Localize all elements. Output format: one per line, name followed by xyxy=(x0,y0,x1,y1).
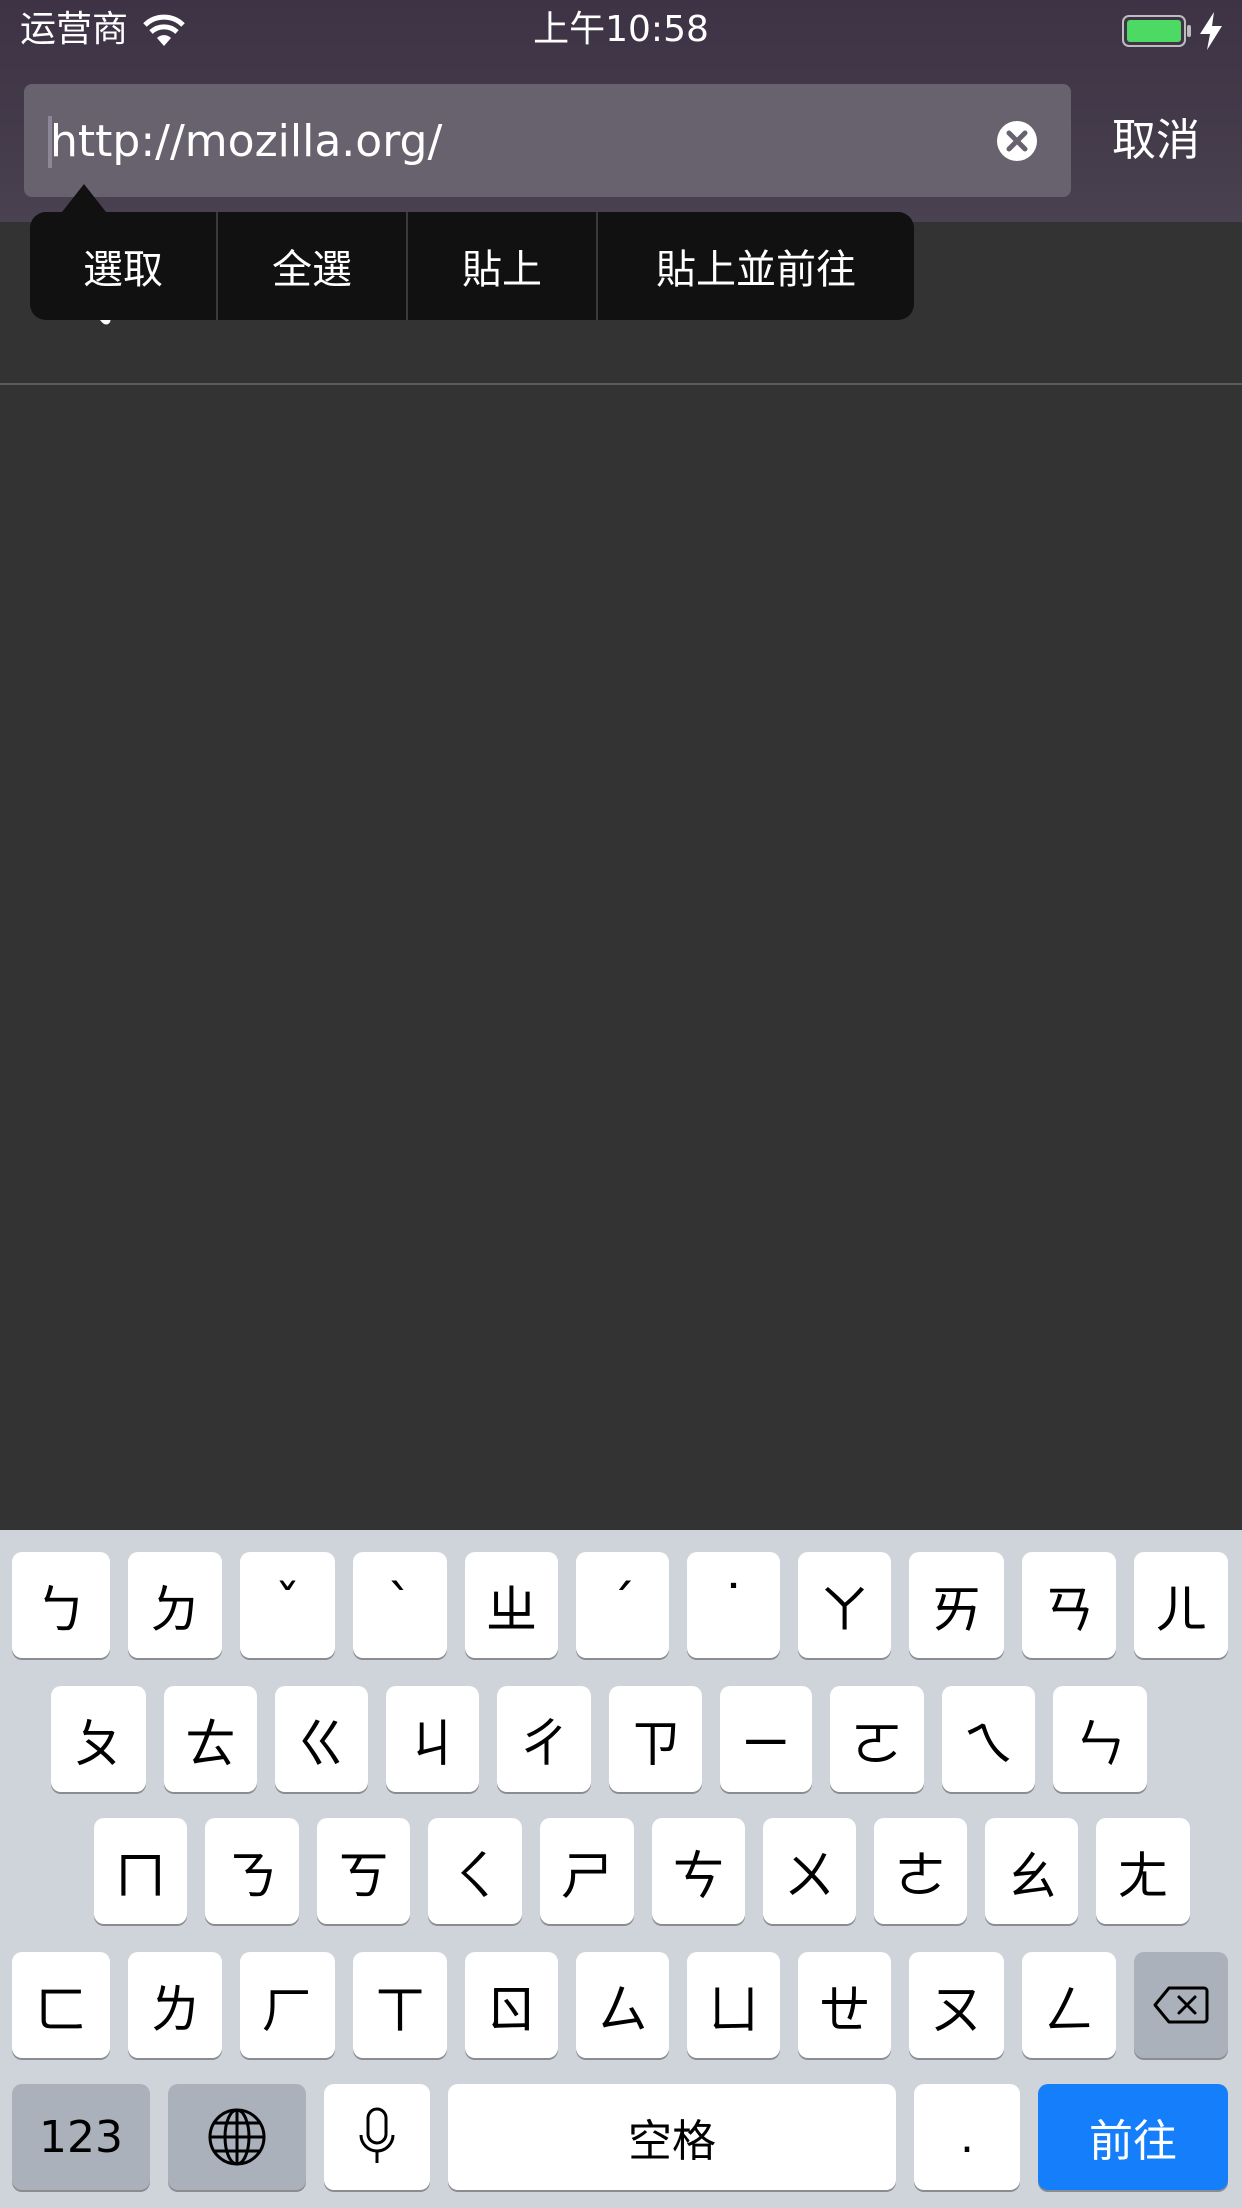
key[interactable]: ㄖ xyxy=(465,1952,558,2058)
key[interactable]: ㄣ xyxy=(1053,1686,1147,1792)
zhuyin-keyboard: ㄅ ㄉ ˇ ˋ ㄓ ˊ ˙ ㄚ ㄞ ㄢ ㄦ ㄆ ㄊ ㄍ ㄐ ㄔ ㄗ ㄧ ㄛ ㄟ … xyxy=(0,1530,1242,2208)
menu-item-paste-and-go[interactable]: 貼上並前往 xyxy=(598,212,914,320)
key[interactable]: ˇ xyxy=(240,1552,335,1658)
key[interactable]: ˋ xyxy=(353,1552,447,1658)
key[interactable]: ㄦ xyxy=(1134,1552,1228,1658)
key[interactable]: ㄧ xyxy=(720,1686,812,1792)
key[interactable]: ㄏ xyxy=(240,1952,335,2058)
delete-key[interactable] xyxy=(1134,1952,1228,2058)
battery-icon xyxy=(1122,15,1191,47)
edit-menu-arrow xyxy=(62,184,106,212)
key[interactable]: ˙ xyxy=(687,1552,780,1658)
go-key[interactable]: 前往 xyxy=(1038,2084,1228,2190)
backspace-icon xyxy=(1153,1986,1209,2024)
key[interactable]: ㄈ xyxy=(12,1952,110,2058)
key[interactable]: ㄋ xyxy=(205,1818,299,1924)
key[interactable]: ㄑ xyxy=(428,1818,522,1924)
key[interactable]: ㄊ xyxy=(164,1686,257,1792)
top-bar: 运营商 上午10:58 http://mozilla.org/ 取消 xyxy=(0,0,1242,222)
key[interactable]: ㄗ xyxy=(609,1686,702,1792)
key[interactable]: ㄘ xyxy=(652,1818,745,1924)
key[interactable]: ㄜ xyxy=(874,1818,967,1924)
menu-item-select[interactable]: 選取 xyxy=(30,212,218,320)
period-key[interactable]: . xyxy=(914,2084,1020,2190)
globe-key[interactable] xyxy=(168,2084,306,2190)
menu-item-paste[interactable]: 貼上 xyxy=(408,212,598,320)
url-field[interactable]: http://mozilla.org/ xyxy=(24,84,1071,197)
globe-icon xyxy=(208,2108,266,2166)
key[interactable]: ㄅ xyxy=(12,1552,110,1658)
edit-menu: 選取 全選 貼上 貼上並前往 xyxy=(30,212,914,320)
numbers-key[interactable]: 123 xyxy=(12,2084,150,2190)
menu-item-select-all[interactable]: 全選 xyxy=(218,212,408,320)
status-bar: 运营商 上午10:58 xyxy=(0,0,1242,60)
clear-text-icon[interactable] xyxy=(996,120,1038,162)
key[interactable]: ㄉ xyxy=(128,1552,222,1658)
key[interactable]: ㄍ xyxy=(275,1686,368,1792)
key[interactable]: ㄝ xyxy=(798,1952,891,2058)
space-key[interactable]: 空格 xyxy=(448,2084,896,2190)
key[interactable]: ㄐ xyxy=(386,1686,479,1792)
key[interactable]: ㄨ xyxy=(763,1818,856,1924)
status-time: 上午10:58 xyxy=(533,9,709,50)
dictation-key[interactable] xyxy=(324,2084,430,2190)
key[interactable]: ㄞ xyxy=(909,1552,1004,1658)
key[interactable]: ㄥ xyxy=(1022,1952,1116,2058)
key[interactable]: ㄤ xyxy=(1096,1818,1190,1924)
key[interactable]: ㄌ xyxy=(128,1952,222,2058)
key[interactable]: ㄩ xyxy=(687,1952,780,2058)
key[interactable]: ㄚ xyxy=(798,1552,891,1658)
key[interactable]: ㄛ xyxy=(830,1686,924,1792)
charging-bolt-icon xyxy=(1200,12,1222,50)
key[interactable]: ㄆ xyxy=(51,1686,146,1792)
key[interactable]: ˊ xyxy=(576,1552,669,1658)
divider xyxy=(0,383,1242,385)
key[interactable]: ㄟ xyxy=(942,1686,1035,1792)
key[interactable]: ㄙ xyxy=(576,1952,669,2058)
key[interactable]: ㄓ xyxy=(465,1552,558,1658)
key[interactable]: ㄡ xyxy=(909,1952,1004,2058)
key[interactable]: ㄇ xyxy=(94,1818,187,1924)
url-text[interactable]: http://mozilla.org/ xyxy=(50,114,442,170)
key[interactable]: ㄔ xyxy=(497,1686,591,1792)
key[interactable]: ㄢ xyxy=(1022,1552,1116,1658)
cancel-button[interactable]: 取消 xyxy=(1112,110,1200,172)
microphone-icon xyxy=(359,2107,395,2163)
key[interactable]: ㄎ xyxy=(317,1818,410,1924)
key[interactable]: ㄒ xyxy=(353,1952,447,2058)
key[interactable]: ㄠ xyxy=(985,1818,1078,1924)
key[interactable]: ㄕ xyxy=(540,1818,634,1924)
